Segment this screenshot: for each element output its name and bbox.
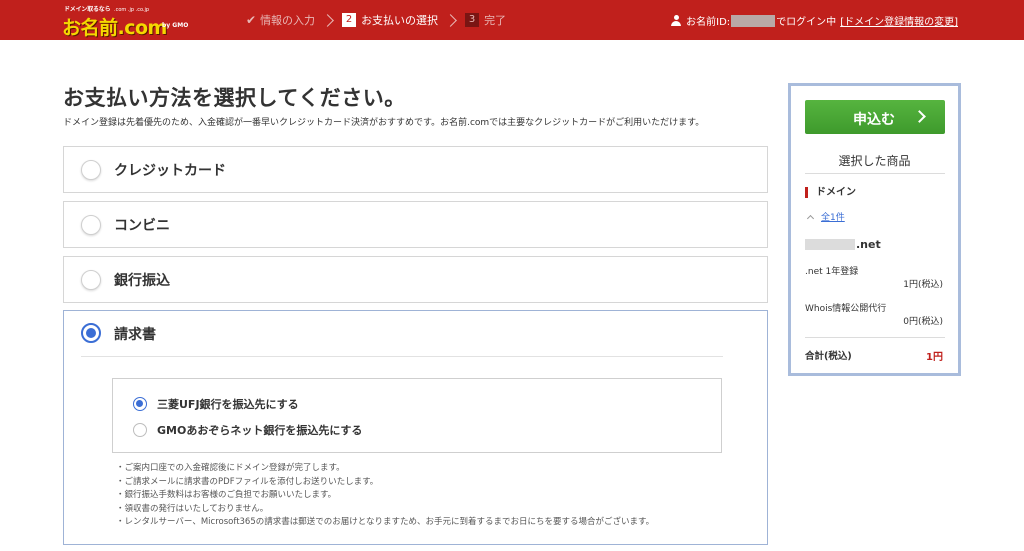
- payment-option-bank-transfer[interactable]: 銀行振込: [63, 256, 768, 303]
- bank-selection-box: 三菱UFJ銀行を振込先にする GMOあおぞらネット銀行を振込先にする: [112, 378, 722, 453]
- item-count-label: 全1件: [821, 213, 845, 223]
- step-input: ✔ 情報の入力: [246, 12, 315, 28]
- payment-option-convenience-store[interactable]: コンビニ: [63, 201, 768, 248]
- onamae-logo[interactable]: ドメイン取るなら .com .jp .co.jp お名前.com by GMO: [62, 4, 192, 39]
- note-item: ご請求メールに請求書のPDFファイルを添付しお送りいたします。: [116, 476, 654, 490]
- selected-products-title: 選択した商品: [838, 154, 911, 168]
- progress-steps: ✔ 情報の入力 2 お支払いの選択 3 完了: [246, 11, 506, 29]
- bank-option-label: 三菱UFJ銀行を振込先にする: [157, 398, 299, 411]
- payment-option-label: 銀行振込: [114, 273, 170, 289]
- radio-button[interactable]: [81, 215, 101, 235]
- step-complete: 3 完了: [465, 12, 506, 28]
- step-complete-number: 3: [465, 13, 480, 27]
- page-description: ドメイン登録は先着優先のため、入金確認が一番早いクレジットカード決済がおすすめで…: [63, 118, 705, 128]
- item-count-toggle[interactable]: 全1件: [806, 210, 845, 223]
- total-label: 合計(税込): [805, 351, 852, 362]
- apply-button-label: 申込む: [853, 112, 895, 128]
- order-summary-panel: 申込む 選択した商品 ドメイン 全1件 .net .net 1年登録 1円(税込…: [788, 83, 961, 376]
- radio-button-selected[interactable]: [81, 323, 101, 343]
- radio-button[interactable]: [133, 423, 147, 437]
- chevron-up-icon: [806, 214, 815, 222]
- logo-tagline: ドメイン取るなら: [64, 6, 111, 13]
- divider: [805, 173, 945, 174]
- bank-option-mufg[interactable]: 三菱UFJ銀行を振込先にする: [133, 396, 299, 412]
- apply-button[interactable]: 申込む: [805, 100, 945, 134]
- radio-button[interactable]: [81, 160, 101, 180]
- bank-option-label: GMOあおぞらネット銀行を振込先にする: [157, 424, 363, 437]
- domain-name: .net: [805, 238, 881, 251]
- payment-option-label: コンビニ: [114, 218, 170, 234]
- item-price: 1円(税込): [903, 280, 943, 290]
- domain-suffix: .net: [856, 238, 881, 251]
- payment-option-label: クレジットカード: [114, 163, 226, 179]
- step-payment-label: お支払いの選択: [361, 14, 439, 27]
- page-title: お支払い方法を選択してください。: [63, 86, 406, 110]
- login-status: でログイン中: [776, 17, 837, 28]
- bank-option-gmo-aozora[interactable]: GMOあおぞらネット銀行を振込先にする: [133, 422, 362, 438]
- chevron-right-icon: [321, 13, 334, 27]
- payment-option-invoice[interactable]: 請求書 三菱UFJ銀行を振込先にする GMOあおぞらネット銀行を振込先にする ご…: [63, 310, 768, 545]
- masked-user-id: [731, 14, 776, 27]
- user-bar: お名前ID: でログイン中 [ドメイン登録情報の変更]: [671, 13, 958, 28]
- step-payment: 2 お支払いの選択: [342, 12, 438, 28]
- item-name: Whois情報公開代行: [805, 304, 887, 314]
- user-id-prefix: お名前ID:: [686, 17, 731, 28]
- note-item: 領収書の発行はいたしておりません。: [116, 503, 654, 517]
- total-value: 1円: [926, 352, 943, 363]
- note-item: レンタルサーバー、Microsoft365の請求書は郵送でのお届けとなりますため…: [116, 516, 655, 530]
- step-complete-label: 完了: [484, 14, 507, 27]
- chevron-right-icon: [913, 110, 926, 123]
- step-input-label: 情報の入力: [260, 14, 316, 27]
- user-icon: [671, 15, 682, 26]
- invoice-notes: ご案内口座での入金確認後にドメイン登録が完了します。 ご請求メールに請求書のPD…: [116, 462, 655, 530]
- step-payment-number: 2: [342, 13, 357, 27]
- domain-heading: ドメイン: [805, 187, 856, 198]
- change-domain-info-link[interactable]: [ドメイン登録情報の変更]: [840, 13, 958, 28]
- chevron-right-icon: [444, 13, 457, 27]
- payment-option-label: 請求書: [114, 327, 156, 343]
- payment-option-credit-card[interactable]: クレジットカード: [63, 146, 768, 193]
- divider: [81, 356, 723, 357]
- radio-button-selected[interactable]: [133, 397, 147, 411]
- masked-domain: [805, 239, 855, 250]
- divider: [805, 337, 945, 338]
- item-price: 0円(税込): [903, 317, 943, 327]
- radio-button[interactable]: [81, 270, 101, 290]
- logo-gmo: by GMO: [162, 22, 189, 29]
- logo-main: お名前.com: [62, 17, 167, 39]
- note-item: ご案内口座での入金確認後にドメイン登録が完了します。: [116, 462, 654, 476]
- check-icon: ✔: [246, 13, 257, 27]
- top-header: ドメイン取るなら .com .jp .co.jp お名前.com by GMO …: [0, 0, 1024, 40]
- item-name: .net 1年登録: [805, 267, 859, 277]
- note-item: 銀行振込手数料はお客様のご負担でお願いいたします。: [116, 489, 654, 503]
